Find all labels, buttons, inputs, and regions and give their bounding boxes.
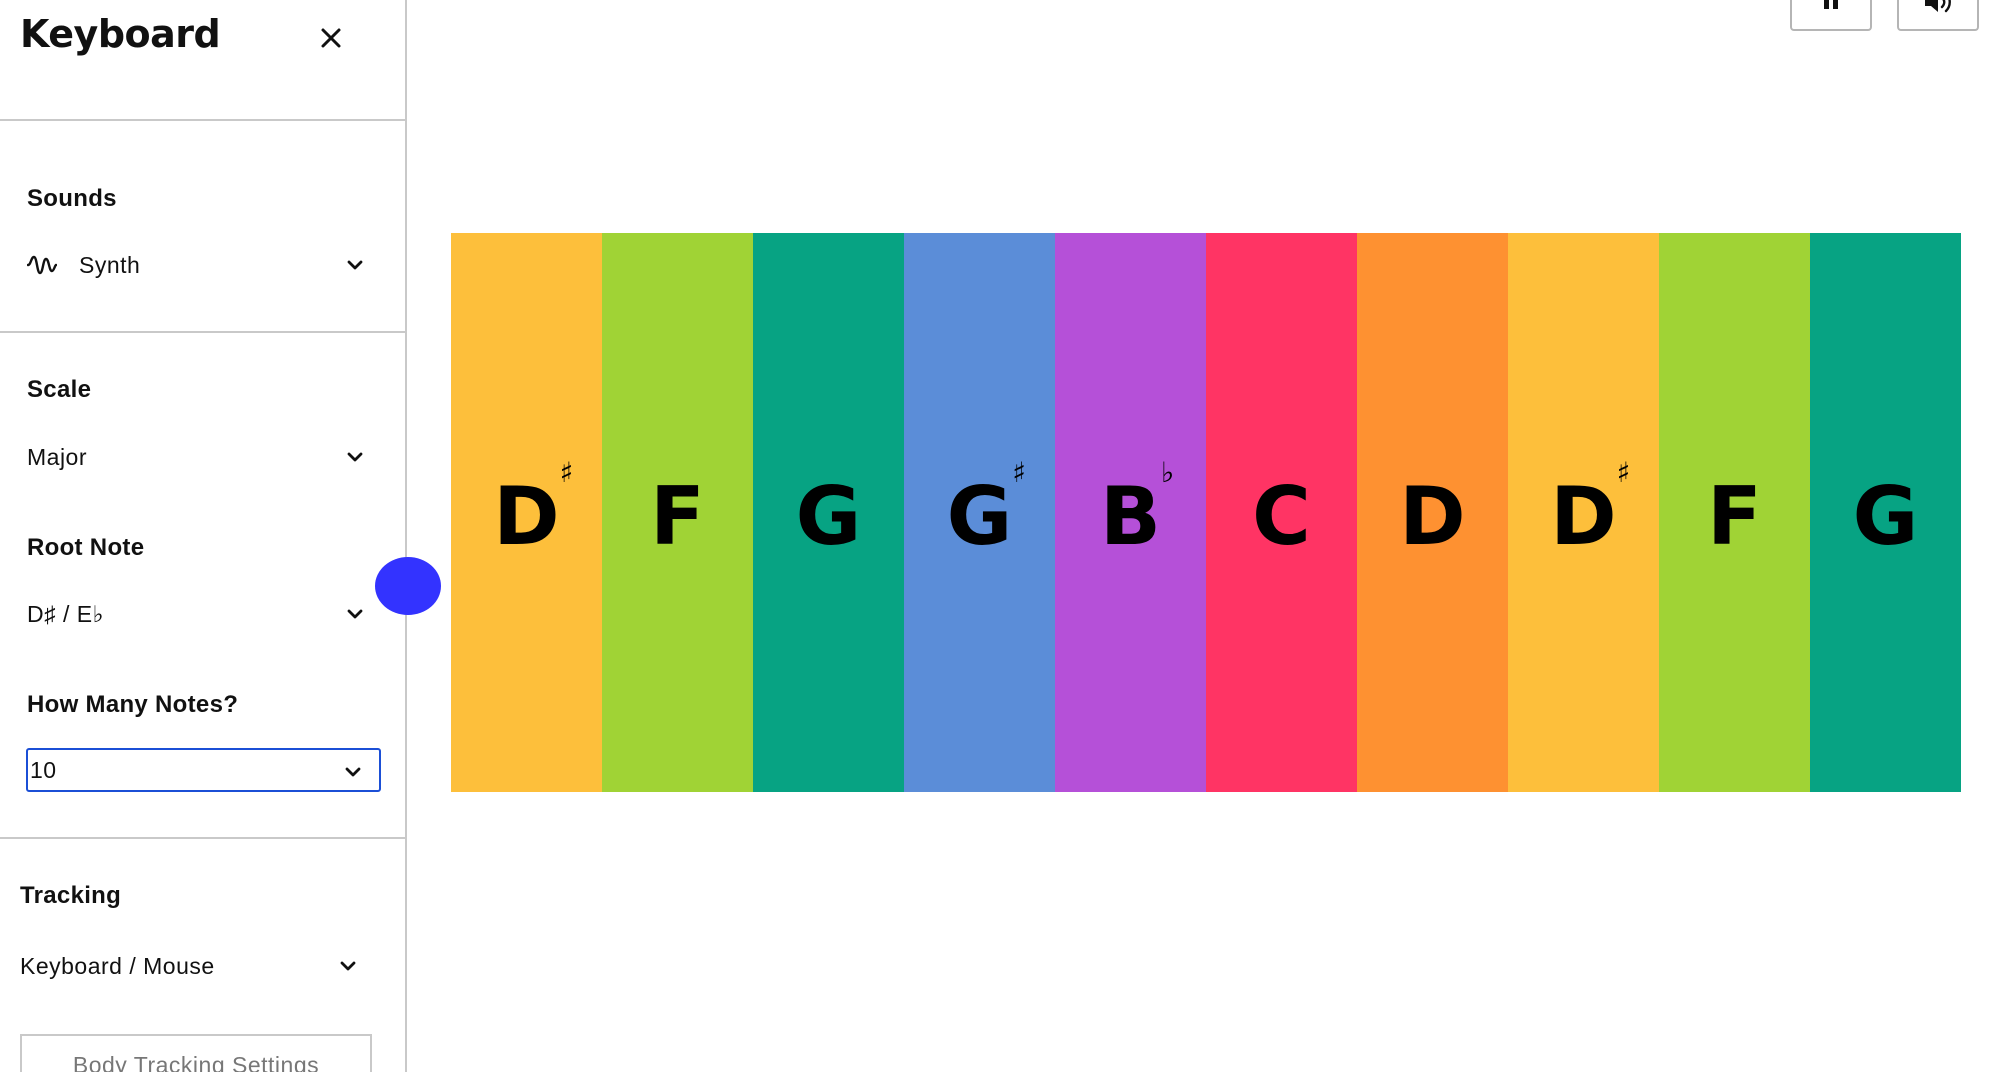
note-name: D [1550, 470, 1617, 563]
note-count-select-value: 10 [30, 756, 57, 783]
note-accidental: ♭ [1160, 456, 1175, 489]
note-accidental: ♯ [1012, 456, 1026, 489]
note-name: F [650, 470, 705, 563]
divider [0, 331, 405, 333]
note-key-label: C [1252, 470, 1311, 563]
tracking-select[interactable]: Keyboard / Mouse [20, 944, 374, 988]
body-tracking-settings-button[interactable]: Body Tracking Settings [20, 1034, 372, 1072]
note-name: G [795, 470, 862, 563]
note-key-label: D ♯ [493, 456, 573, 563]
note-key-label: G [796, 470, 862, 563]
root-note-select-value: D♯ / E♭ [27, 600, 104, 627]
app: Keyboard Sounds Synth Scale Major Root N… [0, 0, 2000, 1072]
divider [0, 837, 405, 839]
chevron-down-icon [347, 260, 363, 270]
note-key-label: D ♯ [1550, 456, 1630, 563]
note-key[interactable]: F [1659, 233, 1810, 792]
sidebar-header: Keyboard [0, 0, 405, 121]
scale-heading: Scale [27, 376, 92, 403]
note-key[interactable]: G [1810, 233, 1961, 792]
note-keyboard: D ♯ F G G ♯ B ♭ C D D ♯ F G [451, 233, 1961, 792]
root-note-heading: Root Note [27, 534, 145, 561]
note-key-label: D [1399, 470, 1465, 563]
note-name: F [1707, 470, 1762, 563]
note-key-label: F [1707, 470, 1762, 563]
sound-select[interactable]: Synth [27, 243, 381, 287]
close-icon [321, 28, 341, 48]
note-key[interactable]: D ♯ [451, 233, 602, 792]
note-key-label: B ♭ [1100, 456, 1174, 563]
root-note-select[interactable]: D♯ / E♭ [27, 592, 381, 636]
note-count-heading: How Many Notes? [27, 691, 239, 718]
pause-icon [1824, 0, 1838, 9]
note-name: G [946, 470, 1013, 563]
waveform-icon [27, 255, 57, 275]
volume-icon [1925, 0, 1951, 13]
note-key[interactable]: D [1357, 233, 1508, 792]
chevron-down-icon [347, 609, 363, 619]
note-key[interactable]: G [753, 233, 904, 792]
tracking-heading: Tracking [20, 882, 122, 909]
note-key[interactable]: F [602, 233, 753, 792]
chevron-down-icon [345, 767, 361, 777]
sidebar-toggle-handle[interactable] [375, 557, 441, 615]
sound-select-value: Synth [79, 251, 141, 278]
note-accidental: ♯ [559, 456, 574, 489]
scale-select[interactable]: Major [27, 435, 381, 479]
note-name: D [1399, 470, 1466, 563]
note-accidental: ♯ [1616, 456, 1631, 489]
note-count-select[interactable]: 10 [26, 748, 381, 792]
pause-button[interactable] [1790, 0, 1872, 31]
note-key-label: G ♯ [946, 456, 1026, 563]
sounds-heading: Sounds [27, 185, 117, 212]
chevron-down-icon [347, 452, 363, 462]
note-name: B [1100, 470, 1161, 563]
note-key-label: F [650, 470, 705, 563]
chevron-down-icon [340, 961, 356, 971]
note-key[interactable]: B ♭ [1055, 233, 1206, 792]
settings-sidebar: Keyboard Sounds Synth Scale Major Root N… [0, 0, 407, 1072]
tracking-select-value: Keyboard / Mouse [20, 952, 215, 979]
note-key-label: G [1853, 470, 1919, 563]
note-name: D [493, 470, 560, 563]
note-name: C [1252, 470, 1311, 563]
scale-select-value: Major [27, 443, 88, 470]
note-name: G [1852, 470, 1919, 563]
sidebar-title: Keyboard [20, 12, 221, 56]
close-button[interactable] [313, 20, 349, 56]
volume-button[interactable] [1897, 0, 1979, 31]
note-key[interactable]: D ♯ [1508, 233, 1659, 792]
note-key[interactable]: G ♯ [904, 233, 1055, 792]
note-key[interactable]: C [1206, 233, 1357, 792]
